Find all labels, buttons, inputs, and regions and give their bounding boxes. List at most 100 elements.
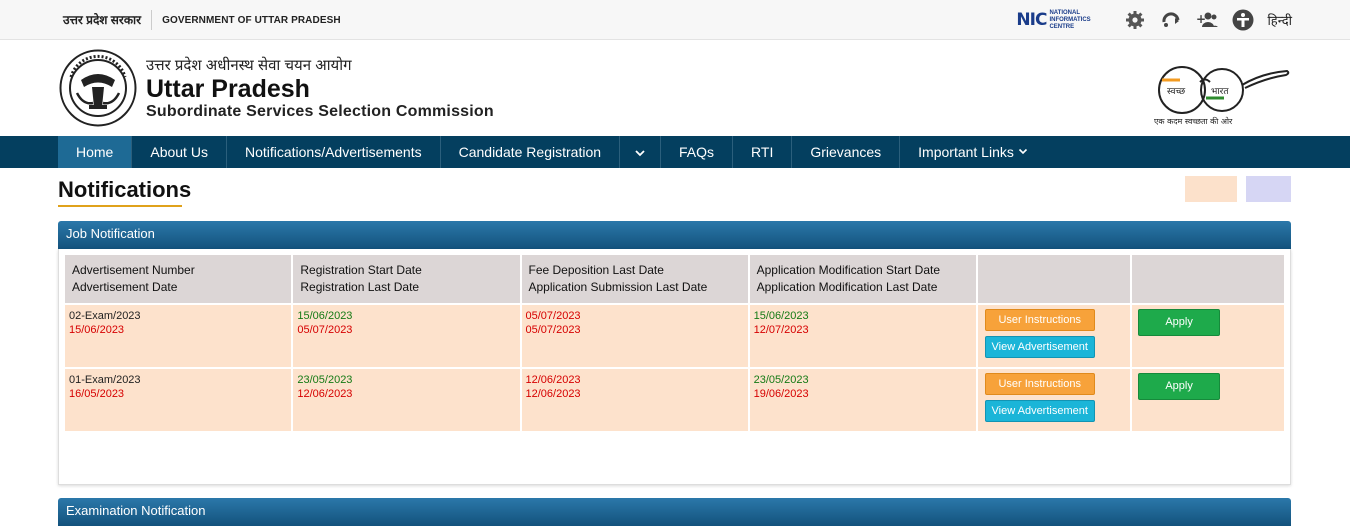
theme-swatch-lavender[interactable] — [1246, 176, 1291, 202]
site-subtitle: Subordinate Services Selection Commissio… — [146, 103, 494, 120]
nav-faqs[interactable]: FAQs — [661, 136, 734, 168]
fee-last-date: 12/06/2023 — [525, 374, 581, 386]
col-header-modification: Application Modification Start Date Appli… — [749, 255, 976, 303]
nav-important-links[interactable]: Important Links — [900, 136, 1046, 168]
gov-english-label: GOVERNMENT OF UTTAR PRADESH — [162, 14, 341, 26]
cell-registration: 23/05/2023 12/06/2023 — [293, 369, 520, 431]
reg-last-date: 12/06/2023 — [297, 388, 353, 400]
view-advertisement-button[interactable]: View Advertisement — [984, 336, 1095, 358]
nic-text: NATIONAL INFORMATICS CENTRE — [1049, 9, 1091, 30]
cell-actions: User Instructions View Advertisement — [977, 369, 1131, 431]
mod-last-date: 12/07/2023 — [753, 324, 809, 336]
nic-mark: NIC — [1016, 10, 1047, 30]
header-text: Registration Start Date — [300, 263, 422, 277]
examination-notification-heading: Examination Notification — [58, 498, 1291, 526]
add-user-icon[interactable]: + — [1196, 9, 1219, 31]
table-row: 01-Exam/2023 16/05/2023 23/05/2023 12/06… — [65, 369, 1284, 431]
cell-apply: Apply — [1132, 305, 1284, 367]
accessibility-icon[interactable] — [1232, 9, 1254, 31]
nav-about-us[interactable]: About Us — [132, 136, 227, 168]
col-header-registration: Registration Start Date Registration Last… — [293, 255, 520, 303]
header-text: Application Submission Last Date — [528, 280, 708, 294]
nav-home-label: Home — [76, 144, 114, 160]
main-navigation: Home About Us Notifications/Advertisemen… — [0, 136, 1350, 168]
chevron-down-icon — [1018, 146, 1028, 158]
adv-number: 01-Exam/2023 — [69, 374, 141, 386]
col-header-fee: Fee Deposition Last Date Application Subm… — [521, 255, 748, 303]
nav-candidate-registration[interactable]: Candidate Registration — [441, 136, 621, 168]
up-government-emblem[interactable] — [59, 49, 137, 127]
chevron-down-icon — [634, 144, 646, 160]
swachh-tagline: एक कदम स्वच्छता की ओर — [1154, 116, 1233, 126]
nav-important-links-label: Important Links — [918, 144, 1014, 160]
nav-notifications-label: Notifications/Advertisements — [244, 144, 422, 160]
header-text: Registration Last Date — [300, 280, 420, 294]
cell-modification: 23/05/2023 19/06/2023 — [749, 369, 976, 431]
adv-date: 15/06/2023 — [69, 324, 125, 336]
header-text: Application Modification Last Date — [756, 280, 938, 294]
swachh-right-text: भारत — [1211, 87, 1229, 97]
reg-last-date: 05/07/2023 — [297, 324, 353, 336]
cell-modification: 15/06/2023 12/07/2023 — [749, 305, 976, 367]
job-notification-table: Advertisement Number Advertisement Date R… — [63, 253, 1286, 433]
nav-grievances-label: Grievances — [810, 144, 882, 160]
top-bar: उत्तर प्रदेश सरकार GOVERNMENT OF UTTAR P… — [0, 0, 1350, 40]
examination-notification-panel: Examination Notification — [58, 498, 1291, 526]
site-title: Uttar Pradesh — [146, 75, 310, 103]
theme-swatch-peach[interactable] — [1185, 176, 1237, 202]
nav-rti[interactable]: RTI — [733, 136, 793, 168]
nav-notifications[interactable]: Notifications/Advertisements — [227, 136, 441, 168]
apply-button[interactable]: Apply — [1138, 373, 1221, 400]
user-instructions-button[interactable]: User Instructions — [984, 309, 1095, 331]
reg-start-date: 23/05/2023 — [297, 374, 353, 386]
header-text: Advertisement Date — [72, 280, 178, 294]
nav-dropdown-toggle[interactable] — [620, 136, 662, 168]
col-header-advertisement: Advertisement Number Advertisement Date — [65, 255, 292, 303]
reg-start-date: 15/06/2023 — [297, 310, 353, 322]
swachh-left-text: स्वच्छ — [1167, 87, 1186, 97]
gov-hindi-label: उत्तर प्रदेश सरकार — [63, 10, 153, 30]
page-title: Notifications — [58, 177, 192, 202]
submission-last-date: 05/07/2023 — [525, 324, 581, 336]
table-row: 02-Exam/2023 15/06/2023 15/06/2023 05/07… — [65, 305, 1284, 367]
header-text: Fee Deposition Last Date — [528, 263, 664, 277]
header-text: Advertisement Number — [72, 263, 195, 277]
fee-last-date: 05/07/2023 — [525, 310, 581, 322]
nav-registration-label: Candidate Registration — [458, 144, 602, 160]
user-instructions-button[interactable]: User Instructions — [984, 373, 1095, 395]
col-header-apply — [1132, 255, 1284, 303]
adv-number: 02-Exam/2023 — [69, 310, 141, 322]
mod-start-date: 15/06/2023 — [753, 310, 809, 322]
nav-about-label: About Us — [150, 144, 208, 160]
nav-faqs-label: FAQs — [679, 144, 715, 160]
nic-logo[interactable]: NIC NATIONAL INFORMATICS CENTRE — [1016, 10, 1101, 31]
adv-date: 16/05/2023 — [69, 388, 125, 400]
mod-last-date: 19/06/2023 — [753, 388, 809, 400]
screen-reader-icon[interactable] — [1160, 9, 1182, 31]
commission-name-hindi: उत्तर प्रदेश अधीनस्थ सेवा चयन आयोग — [146, 57, 352, 74]
title-underline — [58, 205, 182, 207]
cell-actions: User Instructions View Advertisement — [977, 305, 1131, 367]
view-advertisement-button[interactable]: View Advertisement — [984, 400, 1095, 422]
cell-fee: 12/06/2023 12/06/2023 — [521, 369, 748, 431]
job-notification-heading: Job Notification — [58, 221, 1291, 249]
nav-rti-label: RTI — [751, 144, 774, 160]
gear-icon[interactable] — [1124, 9, 1146, 31]
language-toggle[interactable]: हिन्दी — [1267, 11, 1292, 29]
cell-advertisement: 01-Exam/2023 16/05/2023 — [65, 369, 292, 431]
submission-last-date: 12/06/2023 — [525, 388, 581, 400]
nav-home[interactable]: Home — [58, 136, 133, 168]
job-notification-panel: Job Notification Advertisement Number Adv… — [58, 221, 1291, 485]
nav-grievances[interactable]: Grievances — [792, 136, 901, 168]
cell-advertisement: 02-Exam/2023 15/06/2023 — [65, 305, 292, 367]
swachh-bharat-logo[interactable]: स्वच्छ भारत एक कदम स्वच्छता की ओर — [1150, 60, 1295, 126]
cell-fee: 05/07/2023 05/07/2023 — [521, 305, 748, 367]
cell-apply: Apply — [1132, 369, 1284, 431]
mod-start-date: 23/05/2023 — [753, 374, 809, 386]
cell-registration: 15/06/2023 05/07/2023 — [293, 305, 520, 367]
site-header: उत्तर प्रदेश अधीनस्थ सेवा चयन आयोग Uttar… — [0, 40, 1350, 136]
col-header-actions — [977, 255, 1131, 303]
apply-button[interactable]: Apply — [1138, 309, 1221, 336]
table-header-row: Advertisement Number Advertisement Date R… — [65, 255, 1284, 303]
page-title-area: Notifications — [0, 168, 1350, 221]
